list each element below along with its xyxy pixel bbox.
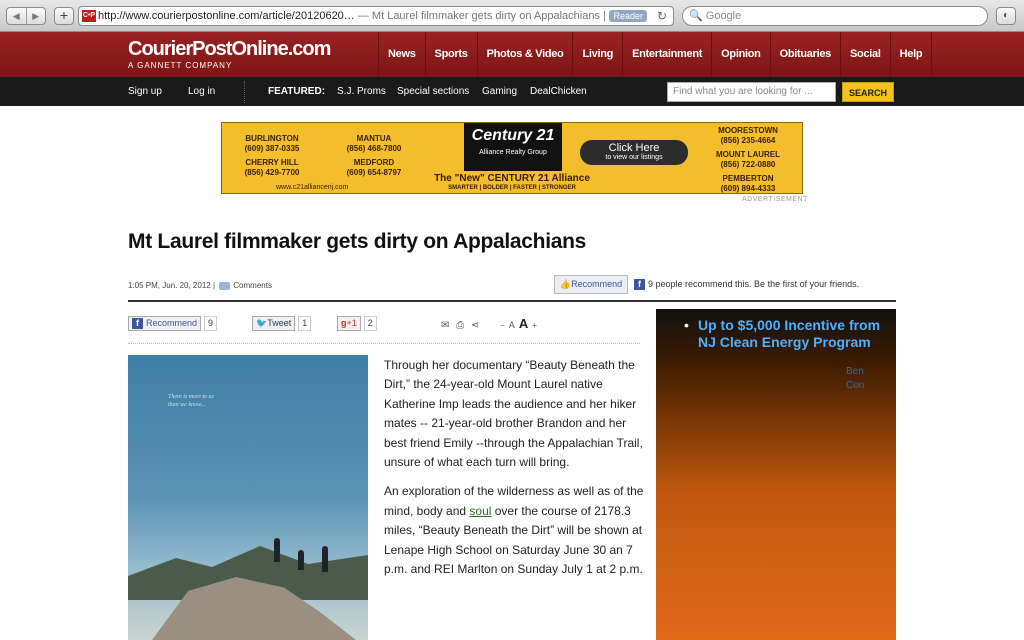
- photo-hiker: [322, 546, 328, 572]
- text-larger-icon[interactable]: +: [532, 321, 537, 330]
- site-masthead: CourierPostOnline.com A GANNETT COMPANY …: [0, 32, 1024, 77]
- ad-click-here-button[interactable]: Click Here to view our listings: [580, 140, 688, 165]
- side-ad[interactable]: • Up to $5,000 Incentive from NJ Clean E…: [656, 309, 896, 640]
- side-ad-ghost-text: Ben Con: [846, 366, 865, 391]
- nav-news[interactable]: News: [378, 32, 425, 77]
- article-paragraph: Through her documentary “Beauty Beneath …: [384, 358, 643, 470]
- login-link[interactable]: Log in: [188, 86, 215, 97]
- gplus-widget[interactable]: g+1 2: [337, 316, 377, 331]
- fb-share-count: 9: [204, 316, 218, 331]
- ad-website: www.c21alliancenj.com: [276, 184, 349, 191]
- side-ad-bullet: •: [684, 317, 689, 333]
- tweet-widget[interactable]: 🐦Tweet 1: [252, 316, 312, 331]
- signup-link[interactable]: Sign up: [128, 86, 162, 97]
- side-ad-line1: Up to $5,000 Incentive from: [698, 317, 881, 333]
- photo-caption: There is more to us than we know...: [168, 394, 214, 408]
- site-logo[interactable]: CourierPostOnline.com A GANNETT COMPANY: [128, 38, 331, 70]
- nav-photos-video[interactable]: Photos & Video: [476, 32, 573, 77]
- meta-separator: |: [212, 281, 216, 290]
- site-logo-sub: A GANNETT COMPANY: [128, 61, 233, 70]
- site-logo-text: CourierPostOnline.com: [128, 38, 331, 60]
- tweet-button[interactable]: 🐦Tweet: [252, 316, 296, 331]
- featured-label: FEATURED:: [268, 86, 326, 97]
- nav-obituaries[interactable]: Obituaries: [769, 32, 840, 77]
- photo-hiker: [298, 550, 304, 570]
- subnav-divider: [244, 81, 245, 103]
- share-divider: [128, 343, 640, 344]
- nav-entertainment[interactable]: Entertainment: [622, 32, 711, 77]
- nav-living[interactable]: Living: [572, 32, 622, 77]
- side-ad-line2: NJ Clean Energy Program: [698, 334, 871, 350]
- century21-logo: Century 21 Alliance Realty Group: [464, 123, 562, 171]
- comments-link[interactable]: Comments: [233, 281, 272, 290]
- ad-tagline-sub: SMARTER | BOLDER | FASTER | STRONGER: [448, 185, 576, 191]
- featured-sj-proms[interactable]: S.J. Proms: [337, 86, 386, 97]
- text-size-small[interactable]: A: [509, 320, 515, 330]
- ad-office: PEMBERTON (609) 894-4333: [720, 174, 776, 193]
- ad-office: MEDFORD (609) 654-8797: [346, 158, 402, 177]
- thumbs-up-icon: 👍: [559, 279, 572, 289]
- site-search-input[interactable]: Find what you are looking for ...: [667, 82, 836, 102]
- ad-office: CHERRY HILL (856) 429-7700: [244, 158, 300, 177]
- gplus-count: 2: [363, 316, 377, 331]
- reload-icon[interactable]: ↻: [657, 7, 667, 25]
- site-favicon-icon: C•P: [82, 10, 96, 23]
- ad-office: BURLINGTON (609) 387-0335: [244, 134, 300, 153]
- ad-office: MOUNT LAUREL (856) 722-0880: [716, 150, 780, 169]
- fb-social-text: f9 people recommend this. Be the first o…: [634, 279, 859, 291]
- advertisement-label: ADVERTISEMENT: [742, 196, 808, 203]
- facebook-icon: f: [132, 318, 143, 330]
- article-tools: ✉ ⎙ ⋖ − A A +: [441, 316, 541, 331]
- banner-ad[interactable]: BURLINGTON (609) 387-0335 MANTUA (856) 468…: [221, 122, 803, 194]
- site-search-button[interactable]: SEARCH: [842, 82, 894, 102]
- article-meta: 1:05 PM, Jun. 20, 2012 | Comments: [128, 281, 272, 290]
- url-text: http://www.courierpostonline.com/article…: [98, 10, 355, 22]
- text-size-large[interactable]: A: [519, 316, 528, 331]
- share-icon[interactable]: ⋖: [471, 320, 479, 331]
- url-page-title: — Mt Laurel filmmaker gets dirty on Appa…: [354, 10, 647, 22]
- text-smaller-icon[interactable]: −: [500, 321, 505, 330]
- comment-icon: [219, 281, 231, 290]
- photo-hiker: [274, 538, 280, 562]
- main-nav: News Sports Photos & Video Living Entert…: [378, 32, 933, 77]
- soul-link[interactable]: soul: [469, 504, 491, 518]
- back-icon[interactable]: ◀: [7, 8, 27, 24]
- nav-social[interactable]: Social: [840, 32, 890, 77]
- nav-help[interactable]: Help: [889, 32, 933, 77]
- search-icon: 🔍: [689, 10, 703, 22]
- gplus-button[interactable]: g+1: [337, 316, 361, 331]
- forward-icon[interactable]: ▶: [27, 8, 46, 24]
- fb-share-button[interactable]: f Recommend: [128, 316, 202, 331]
- facebook-icon: f: [634, 279, 645, 291]
- address-bar[interactable]: C•P http://www.courierpostonline.com/arti…: [78, 6, 674, 26]
- featured-dealchicken[interactable]: DealChicken: [530, 86, 587, 97]
- browser-search-field[interactable]: 🔍 Google: [682, 6, 988, 26]
- article-headline: Mt Laurel filmmaker gets dirty on Appala…: [128, 230, 587, 253]
- browser-toolbar: ◀ ▶ + C•P http://www.courierpostonline.co…: [0, 0, 1024, 32]
- nav-opinion[interactable]: Opinion: [711, 32, 769, 77]
- featured-gaming[interactable]: Gaming: [482, 86, 517, 97]
- header-rule: [128, 300, 896, 302]
- featured-special-sections[interactable]: Special sections: [397, 86, 469, 97]
- page-menu-button[interactable]: ◐: [996, 7, 1016, 25]
- reader-button[interactable]: Reader: [609, 10, 647, 22]
- print-icon[interactable]: ⎙: [456, 320, 464, 331]
- ad-tagline: The "New" CENTURY 21 Alliance: [434, 173, 590, 184]
- tweet-count: 1: [298, 316, 312, 331]
- article-timestamp: 1:05 PM, Jun. 20, 2012: [128, 281, 211, 290]
- add-bookmark-button[interactable]: +: [54, 7, 74, 25]
- browser-search-placeholder: Google: [705, 10, 742, 22]
- article-photo[interactable]: There is more to us than we know...: [128, 355, 368, 640]
- article-body: Through her documentary “Beauty Beneath …: [384, 356, 644, 589]
- ad-office: MANTUA (856) 468-7800: [346, 134, 402, 153]
- fb-share-widget[interactable]: f Recommend 9: [128, 316, 218, 331]
- ad-office: MOORESTOWN (856) 235-4664: [718, 126, 778, 145]
- email-icon[interactable]: ✉: [441, 320, 449, 331]
- article-paragraph: An exploration of the wilderness as well…: [384, 484, 644, 577]
- fb-recommend-button[interactable]: 👍Recommend: [554, 275, 628, 294]
- twitter-bird-icon: 🐦: [256, 318, 268, 328]
- nav-sports[interactable]: Sports: [424, 32, 477, 77]
- back-forward-buttons[interactable]: ◀ ▶: [6, 7, 46, 25]
